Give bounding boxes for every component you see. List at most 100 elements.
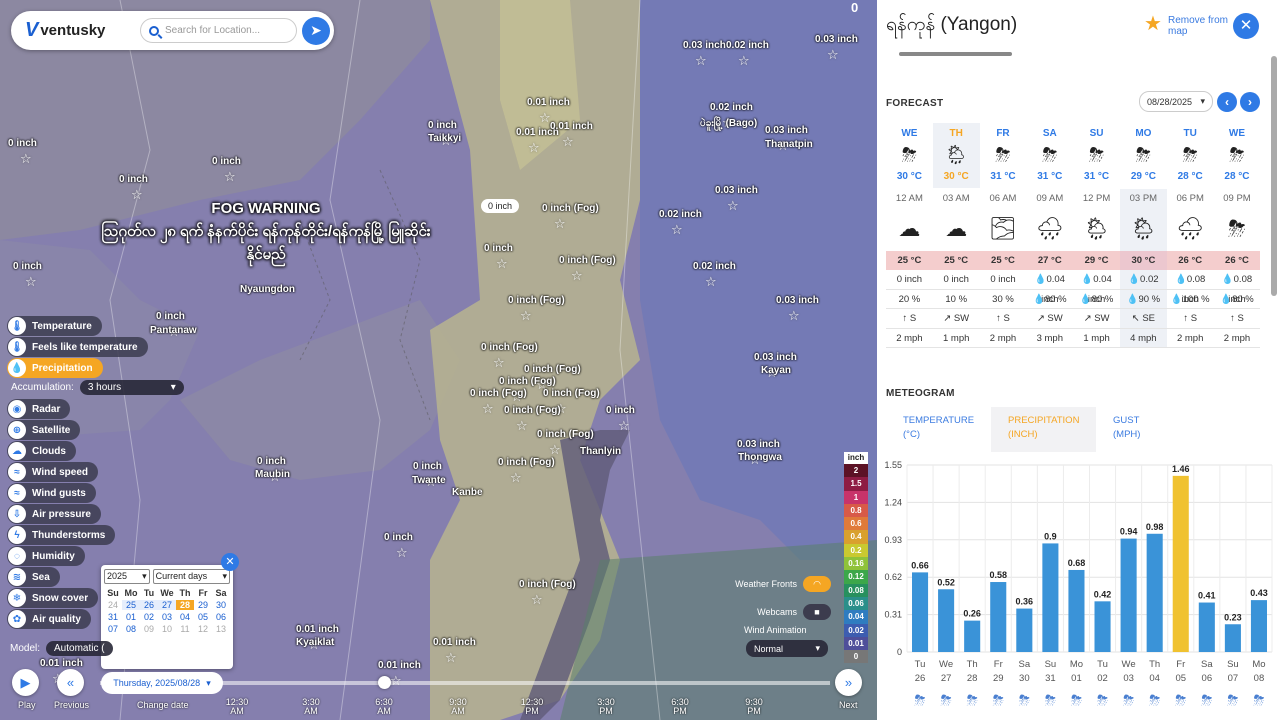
- station-star-icon[interactable]: ☆: [520, 308, 532, 324]
- calendar-day[interactable]: 05: [194, 612, 212, 622]
- weather-map[interactable]: Vventusky Search for Location... ➤ 0 inc…: [0, 0, 877, 720]
- timeline-hour[interactable]: 6:30 PM: [665, 698, 695, 716]
- calendar-day[interactable]: 11: [176, 624, 194, 634]
- timeline-hour[interactable]: 3:30 AM: [296, 698, 326, 716]
- remove-from-map-link[interactable]: Remove from map: [1168, 15, 1232, 37]
- location-bubble[interactable]: 0 inch: [481, 199, 520, 213]
- layer-wind-speed[interactable]: ≈ Wind speed: [7, 462, 99, 482]
- ventusky-logo[interactable]: Vventusky: [25, 19, 140, 42]
- station-star-icon[interactable]: ☆: [671, 222, 683, 238]
- day-column[interactable]: SU ⛈ 31 °C: [1073, 123, 1120, 188]
- calendar-day[interactable]: 03: [158, 612, 176, 622]
- city-label[interactable]: Kyaiklat: [296, 637, 334, 648]
- webcams-toggle[interactable]: ■: [803, 604, 831, 620]
- calendar-day[interactable]: 12: [194, 624, 212, 634]
- layer-feels-like-temperature[interactable]: 🌡 Feels like temperature: [7, 337, 148, 357]
- timeline-hour[interactable]: 9:30 PM: [739, 698, 769, 716]
- calendar-day[interactable]: 24: [104, 600, 122, 610]
- star-icon[interactable]: ★: [1144, 14, 1164, 34]
- station-star-icon[interactable]: ☆: [695, 53, 707, 69]
- station-star-icon[interactable]: ☆: [445, 650, 457, 666]
- close-panel-button[interactable]: ✕: [1233, 13, 1259, 39]
- station-star-icon[interactable]: ☆: [554, 216, 566, 232]
- calendar-day[interactable]: 04: [176, 612, 194, 622]
- calendar-day[interactable]: 02: [140, 612, 158, 622]
- calendar-day[interactable]: 26: [140, 600, 158, 610]
- station-star-icon[interactable]: ☆: [549, 442, 561, 458]
- timeline-hour[interactable]: 9:30 AM: [443, 698, 473, 716]
- next-button[interactable]: »: [835, 669, 862, 696]
- day-column[interactable]: FR ⛈ 31 °C: [980, 123, 1027, 188]
- timeline-hour[interactable]: 6:30 AM: [369, 698, 399, 716]
- layer-precipitation[interactable]: 💧 Precipitation: [7, 358, 103, 378]
- forecast-date-select[interactable]: 08/28/2025 ▾: [1139, 91, 1213, 112]
- locate-me-button[interactable]: ➤: [302, 16, 330, 45]
- station-star-icon[interactable]: ☆: [516, 418, 528, 434]
- station-star-icon[interactable]: ☆: [496, 256, 508, 272]
- wind-animation-select[interactable]: Normal ▾: [746, 640, 828, 657]
- station-star-icon[interactable]: ☆: [788, 308, 800, 324]
- meteogram-tab[interactable]: TEMPERATURE (°C): [886, 407, 991, 452]
- calendar-day[interactable]: 25: [122, 600, 140, 610]
- station-star-icon[interactable]: ☆: [618, 418, 630, 434]
- station-star-icon[interactable]: ☆: [562, 134, 574, 150]
- station-star-icon[interactable]: ☆: [224, 169, 236, 185]
- station-star-icon[interactable]: ☆: [20, 151, 32, 167]
- range-select[interactable]: Current days ▾: [152, 569, 230, 584]
- search-input[interactable]: Search for Location...: [140, 18, 297, 43]
- meteogram-tab[interactable]: GUST (MPH): [1096, 407, 1201, 452]
- station-star-icon[interactable]: ☆: [727, 198, 739, 214]
- model-select[interactable]: Automatic (: [46, 641, 113, 656]
- station-star-icon[interactable]: ☆: [396, 545, 408, 561]
- calendar-day[interactable]: 08: [122, 624, 140, 634]
- layer-air-quality[interactable]: ✿ Air quality: [7, 609, 91, 629]
- city-label[interactable]: Thanlyin: [580, 446, 621, 457]
- layer-thunderstorms[interactable]: ϟ Thunderstorms: [7, 525, 116, 545]
- station-star-icon[interactable]: ☆: [510, 470, 522, 486]
- calendar-day[interactable]: 07: [104, 624, 122, 634]
- layer-satellite[interactable]: ⊕ Satellite: [7, 420, 81, 440]
- calendar-day[interactable]: 01: [122, 612, 140, 622]
- layer-wind-gusts[interactable]: ≈ Wind gusts: [7, 483, 96, 503]
- previous-day-button[interactable]: ‹: [1217, 92, 1237, 112]
- day-column[interactable]: SA ⛈ 31 °C: [1026, 123, 1073, 188]
- calendar-day[interactable]: 27: [158, 600, 176, 610]
- timeline-hour[interactable]: 3:30 PM: [591, 698, 621, 716]
- station-star-icon[interactable]: ☆: [827, 47, 839, 63]
- station-star-icon[interactable]: ☆: [738, 53, 750, 69]
- meteogram-tab[interactable]: PRECIPITATION (INCH): [991, 407, 1096, 452]
- calendar-day[interactable]: 29: [194, 600, 212, 610]
- accumulation-select[interactable]: 3 hours ▾: [79, 380, 184, 395]
- station-star-icon[interactable]: ☆: [571, 268, 583, 284]
- calendar-day[interactable]: 31: [104, 612, 122, 622]
- city-label[interactable]: Thongwa: [738, 452, 782, 463]
- next-day-button[interactable]: ›: [1240, 92, 1260, 112]
- weather-fronts-toggle[interactable]: ◠: [803, 576, 831, 592]
- station-star-icon[interactable]: ☆: [528, 140, 540, 156]
- city-label[interactable]: Kayan: [761, 365, 791, 376]
- station-star-icon[interactable]: ☆: [539, 110, 551, 126]
- layer-radar[interactable]: ◉ Radar: [7, 399, 71, 419]
- play-button[interactable]: ▶: [12, 669, 39, 696]
- timeline-handle[interactable]: [378, 676, 391, 689]
- calendar-day[interactable]: 30: [212, 600, 230, 610]
- timeline-hour[interactable]: 12:30 PM: [517, 698, 547, 716]
- layer-air-pressure[interactable]: ⇩ Air pressure: [7, 504, 101, 524]
- city-label[interactable]: Kanbe: [452, 487, 483, 498]
- timeline-hour[interactable]: 12:30 AM: [222, 698, 252, 716]
- city-label[interactable]: ပဲခူးမြို့ (Bago): [700, 116, 757, 131]
- date-display[interactable]: Thursday, 2025/08/28 ▾: [101, 672, 223, 694]
- calendar-day[interactable]: 10: [158, 624, 176, 634]
- day-column[interactable]: MO ⛈ 29 °C: [1120, 123, 1167, 188]
- city-label[interactable]: Thanatpin: [765, 139, 813, 150]
- day-column[interactable]: WE ⛈ 30 °C: [886, 123, 933, 188]
- layer-snow-cover[interactable]: ❄ Snow cover: [7, 588, 99, 608]
- calendar-day[interactable]: 06: [212, 612, 230, 622]
- calendar-day[interactable]: 28: [176, 600, 194, 610]
- day-column[interactable]: TU ⛈ 28 °C: [1167, 123, 1214, 188]
- day-column[interactable]: TH 🌦 30 °C: [932, 123, 980, 188]
- layer-temperature[interactable]: 🌡 Temperature: [7, 316, 102, 336]
- day-column[interactable]: WE ⛈ 28 °C: [1214, 123, 1261, 188]
- station-star-icon[interactable]: ☆: [531, 592, 543, 608]
- vertical-scrollbar[interactable]: [1271, 56, 1277, 296]
